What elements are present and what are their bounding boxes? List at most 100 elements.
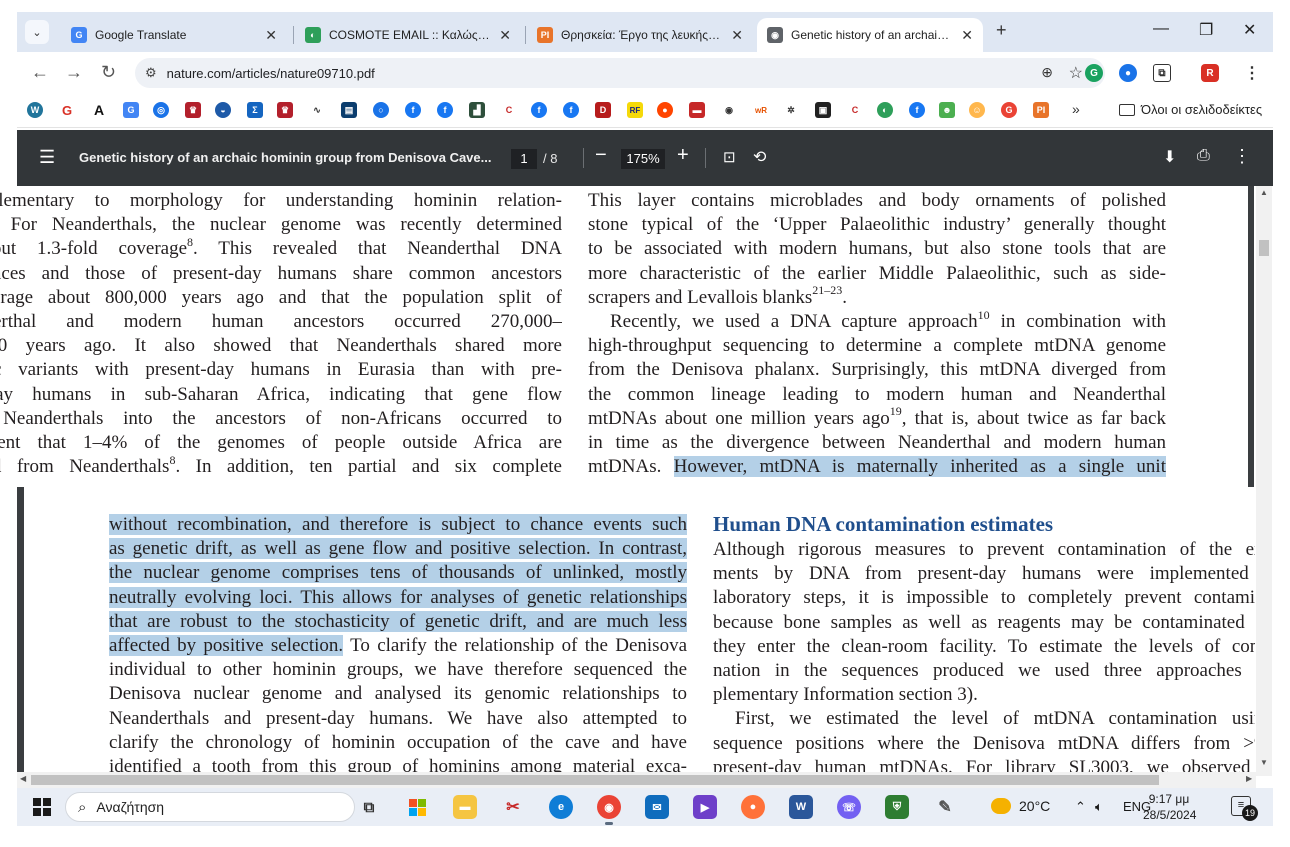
- chart-bookmark-icon[interactable]: ▟: [469, 102, 485, 118]
- all-bookmarks-folder[interactable]: Όλοι οι σελιδοδείκτες: [1119, 102, 1262, 117]
- close-tab-icon[interactable]: ✕: [731, 27, 743, 44]
- fit-to-page-icon[interactable]: ⊡: [723, 148, 736, 166]
- facebook-bookmark-icon[interactable]: f: [531, 102, 547, 118]
- circle-bookmark-icon[interactable]: ○: [373, 102, 389, 118]
- bookmarks-overflow-button[interactable]: »: [1072, 101, 1080, 117]
- facebook-bookmark-icon[interactable]: f: [563, 102, 579, 118]
- people-bookmark-icon[interactable]: ☻: [939, 102, 955, 118]
- viber-icon[interactable]: ☏: [837, 795, 861, 819]
- book-red-bookmark-icon[interactable]: ▬: [689, 102, 705, 118]
- bookmark-star-icon[interactable]: ☆: [1069, 63, 1083, 83]
- minimize-button[interactable]: —: [1153, 20, 1169, 38]
- browser-menu-icon[interactable]: ⋮: [1243, 64, 1261, 82]
- taskbar-search-box[interactable]: ⌕ Αναζήτηση: [65, 792, 355, 822]
- tab-google-translate[interactable]: G Google Translate ✕: [61, 18, 287, 52]
- grammarly-icon[interactable]: G: [1085, 64, 1103, 82]
- rf-bookmark-icon[interactable]: RF: [627, 102, 643, 118]
- notification-center-icon[interactable]: ≡ 19: [1231, 796, 1258, 821]
- tab-search-button[interactable]: ⌄: [25, 20, 49, 44]
- url-text[interactable]: nature.com/articles/nature09710.pdf: [167, 66, 375, 81]
- zoom-level-input[interactable]: 175%: [621, 149, 665, 169]
- wr-bookmark-icon[interactable]: wR: [753, 102, 769, 118]
- show-hidden-icons-icon[interactable]: ⌃: [1075, 799, 1086, 815]
- word-icon[interactable]: W: [789, 795, 813, 819]
- vertical-scroll-thumb[interactable]: [1259, 240, 1269, 256]
- site-settings-icon[interactable]: ⚙: [145, 65, 157, 81]
- scroll-down-icon[interactable]: ▼: [1260, 758, 1268, 767]
- page-number-input[interactable]: 1: [511, 149, 537, 169]
- edge-icon[interactable]: e: [549, 795, 573, 819]
- close-tab-icon[interactable]: ✕: [265, 27, 277, 44]
- tab-cosmote-email[interactable]: ◐ COSMOTE EMAIL :: Καλώς ήρθα ✕: [295, 18, 521, 52]
- microsoft-store-icon[interactable]: [405, 795, 429, 819]
- zoom-icon[interactable]: ⊕: [1041, 64, 1053, 81]
- crest-bookmark-icon[interactable]: ♛: [277, 102, 293, 118]
- reload-icon[interactable]: ↻: [101, 62, 116, 83]
- hamburger-menu-icon[interactable]: ☰: [39, 147, 55, 168]
- forward-arrow-icon[interactable]: →: [65, 62, 83, 83]
- google-app-bookmark-icon[interactable]: G: [1001, 102, 1017, 118]
- globe-bookmark-icon[interactable]: ◒: [215, 102, 231, 118]
- crest-bookmark-icon[interactable]: ♛: [185, 102, 201, 118]
- wave-bookmark-icon[interactable]: ∿: [309, 102, 325, 118]
- file-explorer-icon[interactable]: ▬: [453, 795, 477, 819]
- gear-bookmark-icon[interactable]: ✲: [783, 102, 799, 118]
- sigma-bookmark-icon[interactable]: Σ: [247, 102, 263, 118]
- snipping-tool-icon[interactable]: ✂: [501, 795, 525, 819]
- horizontal-scrollbar[interactable]: ◀ ▶: [17, 772, 1256, 788]
- font-bookmark-icon[interactable]: A: [91, 102, 107, 118]
- chrome-icon[interactable]: ◉: [597, 795, 621, 825]
- zoom-out-icon[interactable]: −: [595, 144, 607, 167]
- profile-avatar[interactable]: R: [1201, 64, 1219, 82]
- pi-bookmark-icon[interactable]: PI: [1033, 102, 1049, 118]
- scroll-right-icon[interactable]: ▶: [1246, 774, 1252, 783]
- close-tab-icon[interactable]: ✕: [499, 27, 511, 44]
- globe-outline-bookmark-icon[interactable]: ◉: [721, 102, 737, 118]
- download-icon[interactable]: ⬇: [1163, 147, 1176, 167]
- media-player-icon[interactable]: ▶: [693, 795, 717, 819]
- extensions-puzzle-icon[interactable]: ⧉: [1153, 64, 1171, 82]
- windows-start-button[interactable]: [33, 798, 51, 816]
- horizontal-scroll-thumb[interactable]: [31, 775, 1159, 785]
- c-bookmark-icon[interactable]: C: [847, 102, 863, 118]
- reddit-bookmark-icon[interactable]: ●: [657, 102, 673, 118]
- emoji-bookmark-icon[interactable]: ☺: [969, 102, 985, 118]
- pdf-viewer[interactable]: mplementary to morphology for understand…: [0, 186, 1290, 788]
- square-bookmark-icon[interactable]: ▣: [815, 102, 831, 118]
- c-bookmark-icon[interactable]: C: [501, 102, 517, 118]
- print-icon[interactable]: ⎙: [1197, 147, 1210, 165]
- new-tab-button[interactable]: +: [996, 20, 1007, 41]
- firefox-icon[interactable]: ●: [741, 795, 765, 819]
- rotate-icon[interactable]: ⟲: [753, 147, 766, 167]
- restore-button[interactable]: ❐: [1199, 20, 1213, 40]
- url-field[interactable]: ⚙ nature.com/articles/nature09710.pdf ⊕ …: [135, 58, 1105, 88]
- scroll-up-icon[interactable]: ▲: [1260, 188, 1268, 197]
- close-tab-icon[interactable]: ✕: [961, 27, 973, 44]
- facebook-bookmark-icon[interactable]: f: [405, 102, 421, 118]
- security-shield-icon[interactable]: ⛨: [885, 795, 909, 819]
- wordpress-bookmark-icon[interactable]: W: [27, 102, 43, 118]
- system-clock[interactable]: 9:17 μμ 28/5/2024: [1143, 791, 1196, 823]
- zoom-in-icon[interactable]: +: [677, 144, 689, 167]
- book-bookmark-icon[interactable]: ▤: [341, 102, 357, 118]
- paint-icon[interactable]: ✎: [933, 795, 957, 819]
- google-bookmark-icon[interactable]: G: [59, 102, 75, 118]
- tab-religion-article[interactable]: PI Θρησκεία: Έργο της λευκής φυλ ✕: [527, 18, 753, 52]
- facebook-bookmark-icon[interactable]: f: [909, 102, 925, 118]
- scroll-left-icon[interactable]: ◀: [20, 774, 26, 783]
- mail-icon[interactable]: ✉: [645, 795, 669, 819]
- weather-widget[interactable]: 20°C: [991, 798, 1050, 814]
- d-bookmark-icon[interactable]: D: [595, 102, 611, 118]
- task-view-icon[interactable]: ⧉: [357, 795, 381, 819]
- back-arrow-icon[interactable]: ←: [31, 62, 49, 83]
- facebook-bookmark-icon[interactable]: f: [437, 102, 453, 118]
- volume-icon[interactable]: 🔈︎: [1095, 799, 1103, 815]
- more-options-icon[interactable]: ⋮: [1233, 146, 1251, 167]
- translate-bookmark-icon[interactable]: G: [123, 102, 139, 118]
- close-window-button[interactable]: ✕: [1243, 20, 1256, 40]
- cosmote-bookmark-icon[interactable]: ◐: [877, 102, 893, 118]
- chrome-bookmark-icon[interactable]: ◎: [153, 102, 169, 118]
- tab-genetic-history[interactable]: ◉ Genetic history of an archaic ho ✕: [757, 18, 983, 52]
- vertical-scrollbar[interactable]: ▲ ▼: [1256, 186, 1272, 776]
- extension-blue-icon[interactable]: ●: [1119, 64, 1137, 82]
